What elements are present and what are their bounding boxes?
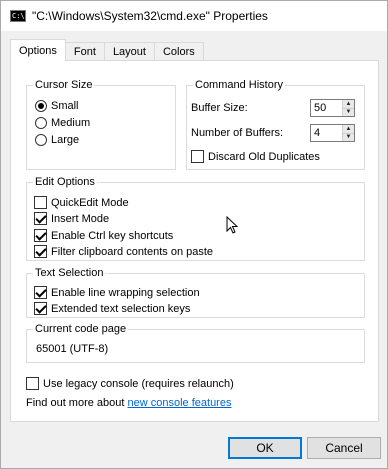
filter-clipboard-checkbox[interactable] — [34, 245, 47, 258]
extended-keys-option[interactable]: Extended text selection keys — [34, 302, 190, 315]
num-buffers-down-icon[interactable]: ▼ — [343, 133, 354, 141]
cursor-medium-label: Medium — [51, 117, 91, 129]
cursor-small-option[interactable]: Small — [35, 100, 79, 112]
legacy-console-checkbox[interactable] — [26, 377, 39, 390]
line-wrapping-option[interactable]: Enable line wrapping selection — [34, 286, 200, 299]
discard-duplicates-checkbox[interactable] — [191, 150, 204, 163]
num-buffers-label: Number of Buffers: — [191, 127, 284, 139]
cursor-large-option[interactable]: Large — [35, 134, 79, 146]
ok-button[interactable]: OK — [228, 437, 302, 459]
line-wrapping-label: Enable line wrapping selection — [51, 286, 200, 299]
find-out-more: Find out more about new console features — [26, 397, 231, 409]
text-selection-group: Text Selection Enable line wrapping sele… — [26, 266, 365, 318]
cursor-size-group: Cursor Size Small Medium Large — [26, 78, 176, 170]
tab-options[interactable]: Options — [10, 39, 66, 61]
ctrl-shortcuts-option[interactable]: Enable Ctrl key shortcuts — [34, 229, 173, 242]
insert-mode-option[interactable]: Insert Mode — [34, 212, 109, 225]
insert-mode-checkbox[interactable] — [34, 212, 47, 225]
title-bar[interactable]: C:\ "C:\Windows\System32\cmd.exe" Proper… — [1, 1, 387, 31]
command-history-group: Command History Buffer Size: 50 ▲ ▼ Numb… — [186, 78, 365, 170]
mouse-pointer-icon — [226, 216, 238, 234]
tab-font[interactable]: Font — [64, 42, 105, 61]
buffer-size-label: Buffer Size: — [191, 102, 248, 114]
window-title: "C:\Windows\System32\cmd.exe" Properties — [32, 9, 268, 23]
cursor-small-radio[interactable] — [35, 100, 47, 112]
text-selection-label: Text Selection — [33, 266, 106, 280]
options-panel: Cursor Size Small Medium Large Command H… — [10, 60, 379, 422]
tab-layout[interactable]: Layout — [103, 42, 155, 61]
properties-window: C:\ "C:\Windows\System32\cmd.exe" Proper… — [0, 0, 388, 469]
cancel-button[interactable]: Cancel — [307, 437, 381, 459]
find-out-text: Find out more about — [26, 397, 128, 409]
insert-mode-label: Insert Mode — [51, 212, 110, 225]
filter-clipboard-option[interactable]: Filter clipboard contents on paste — [34, 245, 213, 258]
code-page-group: Current code page 65001 (UTF-8) — [26, 322, 365, 363]
num-buffers-up-icon[interactable]: ▲ — [343, 125, 354, 134]
ctrl-shortcuts-label: Enable Ctrl key shortcuts — [51, 229, 174, 242]
discard-duplicates-label: Discard Old Duplicates — [208, 150, 320, 163]
edit-options-group: Edit Options QuickEdit Mode Insert Mode … — [26, 175, 365, 261]
tab-colors[interactable]: Colors — [153, 42, 204, 61]
cursor-large-label: Large — [51, 134, 80, 146]
extended-keys-checkbox[interactable] — [34, 302, 47, 315]
quickedit-label: QuickEdit Mode — [51, 196, 129, 209]
discard-duplicates-option[interactable]: Discard Old Duplicates — [191, 150, 320, 163]
command-history-label: Command History — [193, 78, 286, 92]
filter-clipboard-label: Filter clipboard contents on paste — [51, 245, 214, 258]
legacy-console-label: Use legacy console (requires relaunch) — [43, 377, 234, 390]
quickedit-checkbox[interactable] — [34, 196, 47, 209]
extended-keys-label: Extended text selection keys — [51, 302, 191, 315]
cursor-large-radio[interactable] — [35, 134, 47, 146]
buffer-size-value[interactable]: 50 — [311, 100, 342, 116]
code-page-value: 65001 (UTF-8) — [36, 343, 109, 355]
code-page-label: Current code page — [33, 322, 129, 336]
line-wrapping-checkbox[interactable] — [34, 286, 47, 299]
cmd-app-icon: C:\ — [10, 10, 26, 22]
cursor-small-label: Small — [51, 100, 79, 112]
tab-strip: Options Font Layout Colors — [10, 39, 204, 61]
buffer-size-up-icon[interactable]: ▲ — [343, 100, 354, 109]
console-features-link[interactable]: new console features — [128, 397, 232, 409]
ctrl-shortcuts-checkbox[interactable] — [34, 229, 47, 242]
edit-options-label: Edit Options — [33, 175, 97, 189]
num-buffers-stepper[interactable]: 4 ▲ ▼ — [310, 124, 355, 142]
num-buffers-value[interactable]: 4 — [311, 125, 342, 141]
cursor-medium-radio[interactable] — [35, 117, 47, 129]
cursor-medium-option[interactable]: Medium — [35, 117, 90, 129]
buffer-size-down-icon[interactable]: ▼ — [343, 108, 354, 116]
cursor-size-label: Cursor Size — [33, 78, 95, 92]
legacy-console-option[interactable]: Use legacy console (requires relaunch) — [26, 377, 234, 390]
buffer-size-stepper[interactable]: 50 ▲ ▼ — [310, 99, 355, 117]
quickedit-option[interactable]: QuickEdit Mode — [34, 196, 129, 209]
